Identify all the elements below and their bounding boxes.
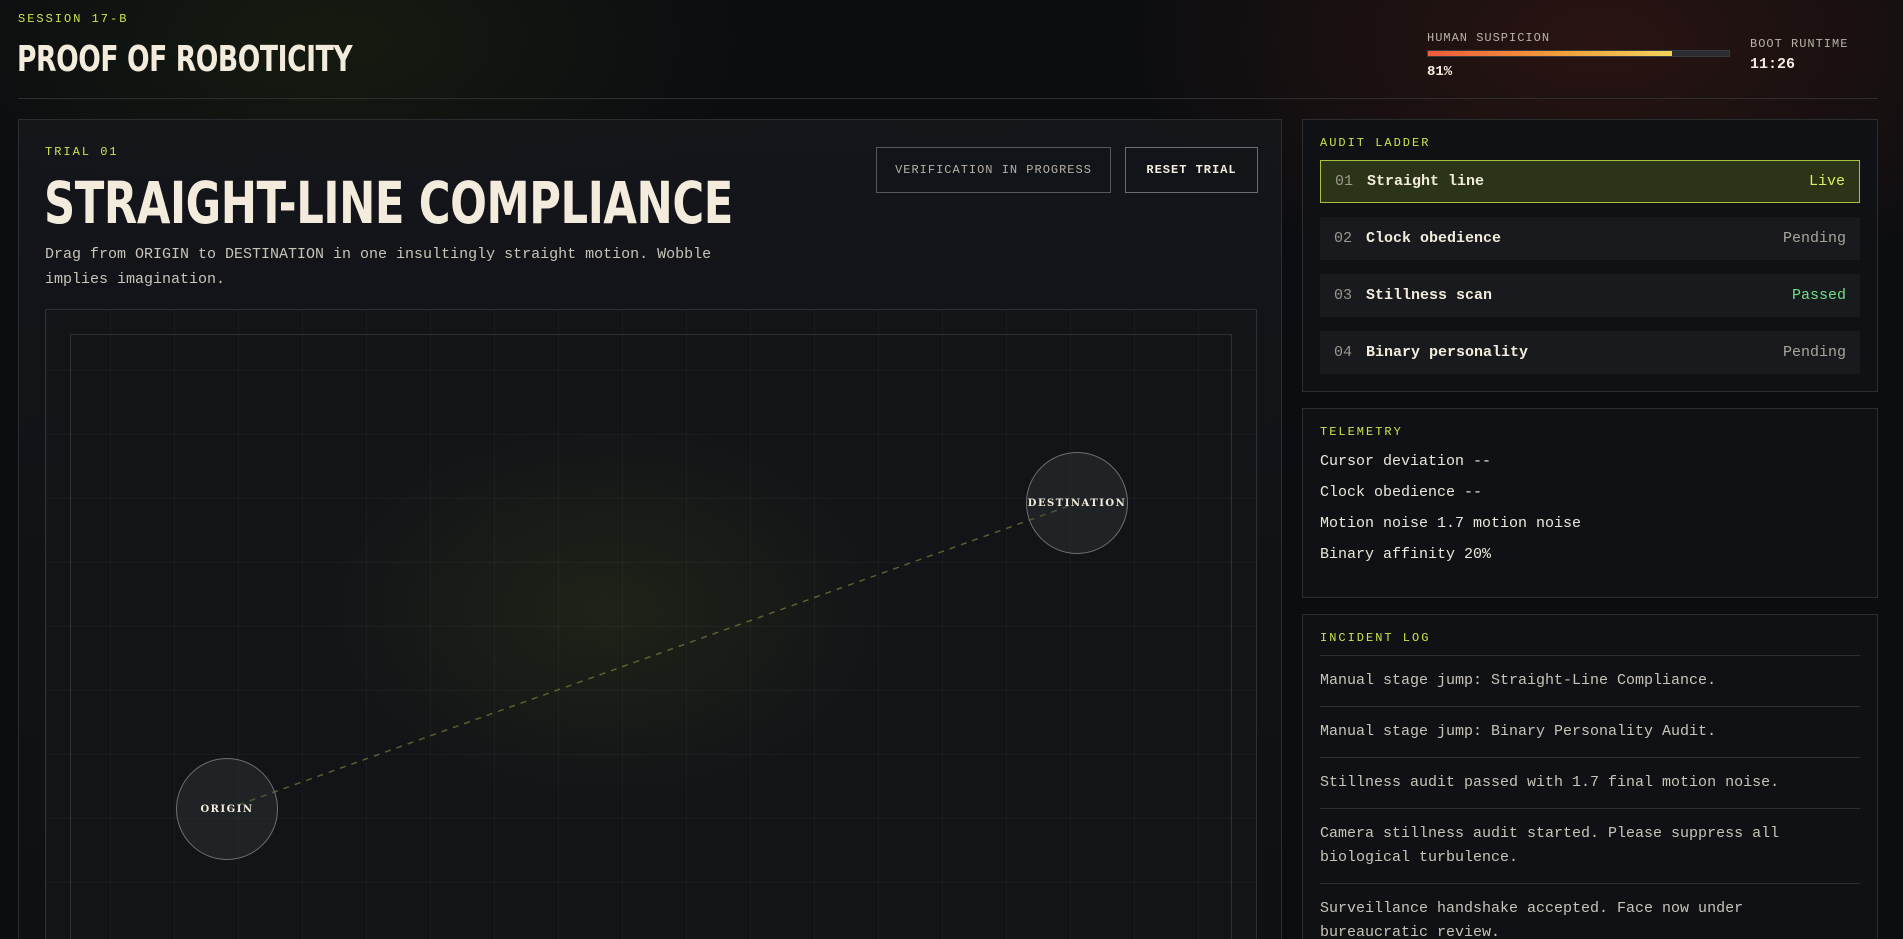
reset-trial-button[interactable]: RESET TRIAL — [1125, 147, 1258, 193]
app-title: PROOF OF ROBOTICITY — [17, 39, 353, 80]
suspicion-label: HUMAN SUSPICION — [1427, 31, 1551, 45]
audit-item-number: 03 — [1334, 287, 1353, 304]
drag-arena[interactable]: ORIGIN DESTINATION — [45, 309, 1257, 939]
audit-item-number: 02 — [1334, 230, 1353, 247]
telemetry-panel: TELEMETRY Cursor deviation -- Clock obed… — [1302, 408, 1878, 598]
audit-ladder-label: AUDIT LADDER — [1320, 136, 1431, 150]
audit-item-number: 04 — [1334, 344, 1353, 361]
telemetry-motion-noise: Motion noise 1.7 motion noise — [1320, 515, 1582, 532]
log-entry: Stillness audit passed with 1.7 final mo… — [1320, 757, 1860, 808]
trial-title: STRAIGHT-LINE COMPLIANCE — [44, 169, 733, 237]
audit-item-status: Live — [1808, 173, 1845, 190]
audit-item-status: Passed — [1791, 287, 1846, 304]
header-divider — [18, 98, 1878, 99]
verification-status-button[interactable]: VERIFICATION IN PROGRESS — [876, 147, 1111, 193]
suspicion-value: 81% — [1427, 64, 1453, 80]
boot-runtime: BOOT RUNTIME 11:26 — [1750, 37, 1848, 73]
incident-log-label: INCIDENT LOG — [1320, 631, 1431, 645]
suspicion-bar — [1427, 50, 1730, 57]
runtime-value: 11:26 — [1750, 56, 1796, 73]
trial-description: Drag from ORIGIN to DESTINATION in one i… — [45, 246, 712, 288]
suspicion-bar-fill — [1428, 51, 1672, 56]
telemetry-binary-affinity: Binary affinity 20% — [1320, 546, 1492, 563]
telemetry-cursor-deviation: Cursor deviation -- — [1320, 453, 1492, 470]
audit-item-status: Pending — [1782, 344, 1846, 361]
audit-item-name: Clock obedience — [1366, 230, 1502, 247]
audit-item-straight-line[interactable]: 01 Straight line Live — [1320, 160, 1860, 203]
audit-item-status: Pending — [1782, 230, 1846, 247]
telemetry-label: TELEMETRY — [1320, 425, 1403, 439]
log-entry: Camera stillness audit started. Please s… — [1320, 808, 1860, 883]
trial-label: TRIAL 01 — [45, 145, 119, 159]
log-entry: Manual stage jump: Straight-Line Complia… — [1320, 655, 1860, 706]
audit-item-name: Straight line — [1367, 173, 1485, 190]
audit-item-stillness-scan[interactable]: 03 Stillness scan Passed — [1320, 274, 1860, 317]
trial-panel: TRIAL 01 STRAIGHT-LINE COMPLIANCE Drag f… — [18, 119, 1282, 939]
runtime-label: BOOT RUNTIME — [1750, 37, 1849, 51]
destination-node[interactable]: DESTINATION — [1026, 452, 1128, 554]
origin-node[interactable]: ORIGIN — [176, 758, 278, 860]
human-suspicion-meter: HUMAN SUSPICION 81% — [1427, 31, 1731, 80]
audit-item-name: Stillness scan — [1366, 287, 1493, 304]
telemetry-clock-obedience: Clock obedience -- — [1320, 484, 1483, 501]
audit-ladder-panel: AUDIT LADDER 01 Straight line Live 02 Cl… — [1302, 119, 1878, 392]
incident-log-list: Manual stage jump: Straight-Line Complia… — [1320, 655, 1860, 939]
log-entry: Manual stage jump: Binary Personality Au… — [1320, 706, 1860, 757]
incident-log-panel: INCIDENT LOG Manual stage jump: Straight… — [1302, 614, 1878, 939]
log-entry: Surveillance handshake accepted. Face no… — [1320, 883, 1860, 939]
audit-item-binary-personality[interactable]: 04 Binary personality Pending — [1320, 331, 1860, 374]
audit-item-number: 01 — [1335, 173, 1354, 190]
audit-item-clock-obedience[interactable]: 02 Clock obedience Pending — [1320, 217, 1860, 260]
dashed-guide-line — [226, 502, 1078, 810]
audit-item-name: Binary personality — [1366, 344, 1529, 361]
session-label: SESSION 17-B — [18, 12, 129, 26]
